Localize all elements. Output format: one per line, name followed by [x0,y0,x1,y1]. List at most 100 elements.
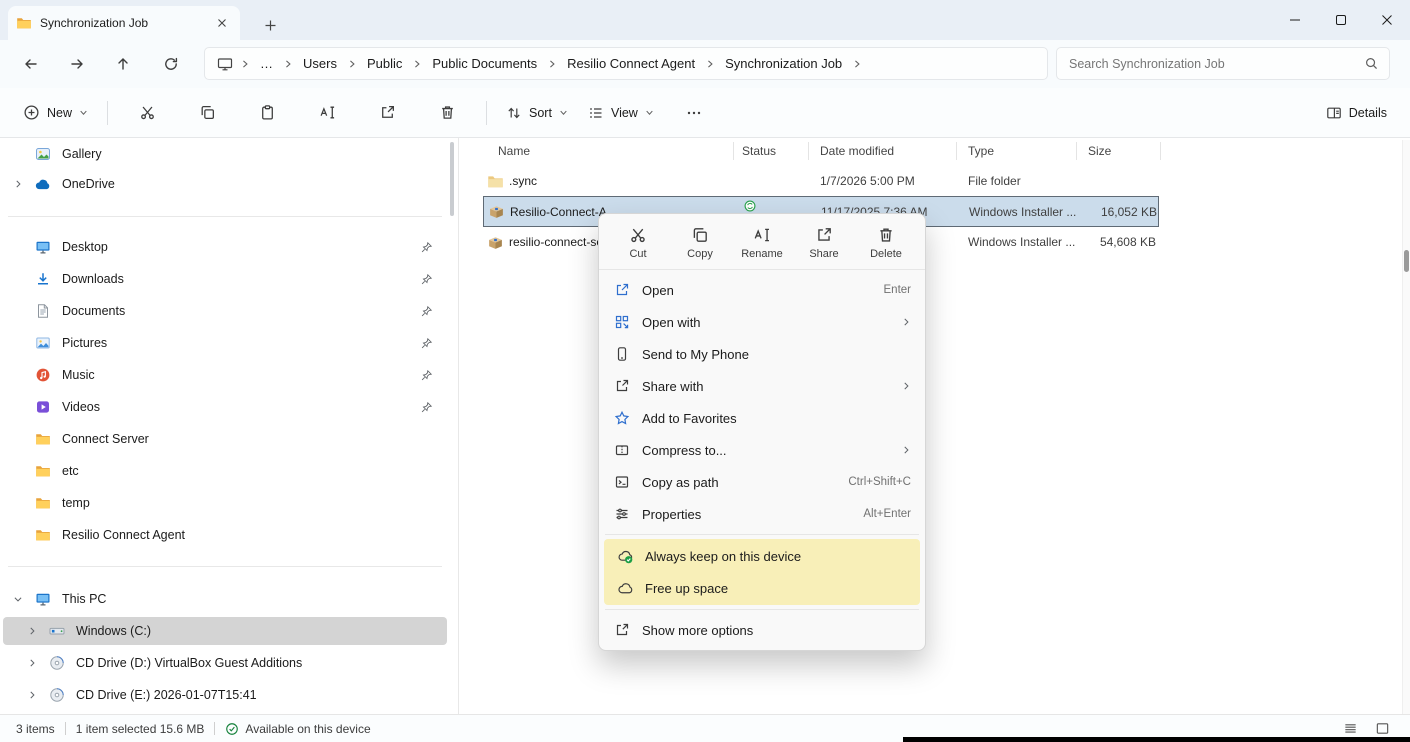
sidebar-item-windows-c-drive[interactable]: Windows (C:) [3,617,447,645]
menu-item-properties[interactable]: Properties Alt+Enter [603,498,921,530]
menu-item-always-keep-on-this-device[interactable]: Always keep on this device [606,540,918,572]
new-tab-button[interactable] [258,13,282,37]
menu-delete-button[interactable]: Delete [857,222,915,264]
breadcrumb-item-public[interactable]: Public [360,53,409,74]
menu-rename-button[interactable]: Rename [733,222,791,264]
menu-copy-button[interactable]: Copy [671,222,729,264]
vertical-scrollbar[interactable] [1402,140,1410,714]
tab-close-button[interactable] [212,13,232,33]
maximize-button[interactable] [1318,0,1364,40]
menu-share-button[interactable]: Share [795,222,853,264]
chevron-right-icon[interactable] [411,59,423,69]
sidebar-item-cd-drive-e[interactable]: CD Drive (E:) 2026-01-07T15:41 [3,681,447,709]
vertical-scrollbar-thumb[interactable] [1404,250,1409,272]
sidebar-item-resilio-connect-agent[interactable]: Resilio Connect Agent [3,521,447,549]
delete-button[interactable] [418,95,476,131]
search-input[interactable] [1067,56,1364,72]
menu-item-open-with[interactable]: Open with [603,306,921,338]
breadcrumb[interactable]: … Users Public Public Documents Resilio … [204,47,1048,80]
sort-button[interactable]: Sort [497,95,577,131]
breadcrumb-overflow[interactable]: … [253,53,280,74]
details-button[interactable]: Details [1317,95,1396,131]
chevron-right-icon[interactable] [346,59,358,69]
refresh-button[interactable] [154,48,188,80]
sidebar-item-this-pc[interactable]: This PC [3,585,447,613]
sidebar-item-etc[interactable]: etc [3,457,447,485]
share-button[interactable] [358,95,416,131]
chevron-right-icon[interactable] [282,59,294,69]
column-header-type[interactable]: Type [968,140,994,162]
pane-splitter[interactable] [458,138,459,714]
column-separator[interactable] [808,142,809,160]
chevron-right-icon[interactable] [546,59,558,69]
menu-item-add-to-favorites[interactable]: Add to Favorites [603,402,921,434]
sidebar-scrollbar-thumb[interactable] [450,142,454,216]
menu-item-copy-as-path[interactable]: Copy as path Ctrl+Shift+C [603,466,921,498]
chevron-right-icon[interactable] [25,688,39,702]
chevron-right-icon[interactable] [25,624,39,638]
star-icon [613,409,631,427]
forward-button[interactable] [60,48,94,80]
menu-item-label: Copy as path [642,475,719,490]
sidebar-item-onedrive[interactable]: OneDrive [3,170,447,198]
column-header-name[interactable]: Name [498,140,530,162]
chevron-right-icon[interactable] [25,656,39,670]
breadcrumb-item-users[interactable]: Users [296,53,344,74]
sidebar-item-label: Windows (C:) [76,624,151,638]
sidebar-item-downloads[interactable]: Downloads [3,265,447,293]
back-button[interactable] [14,48,48,80]
sidebar-item-desktop[interactable]: Desktop [3,233,447,261]
menu-item-free-up-space[interactable]: Free up space [606,572,918,604]
view-button[interactable]: View [579,95,663,131]
more-options-button[interactable] [665,95,723,131]
chevron-right-icon[interactable] [704,59,716,69]
column-separator[interactable] [956,142,957,160]
sidebar-item-cd-drive-d[interactable]: CD Drive (D:) VirtualBox Guest Additions [3,649,447,677]
close-button[interactable] [1364,0,1410,40]
command-toolbar: New Sort View [0,88,1410,138]
column-separator[interactable] [1160,142,1161,160]
sidebar-item-label: Videos [62,400,100,414]
column-header-status[interactable]: Status [742,140,776,162]
sidebar-item-pictures[interactable]: Pictures [3,329,447,357]
onedrive-icon [34,176,51,193]
paste-button[interactable] [238,95,296,131]
rename-button[interactable] [298,95,356,131]
breadcrumb-item-public-documents[interactable]: Public Documents [425,53,544,74]
menu-cut-button[interactable]: Cut [609,222,667,264]
chevron-placeholder [11,336,25,350]
cloud-check-icon [616,547,634,565]
sidebar-item-temp[interactable]: temp [3,489,447,517]
file-row-sync[interactable]: .sync 1/7/2026 5:00 PM File folder [483,166,1159,196]
menu-item-compress-to[interactable]: Compress to... [603,434,921,466]
minimize-button[interactable] [1272,0,1318,40]
menu-item-share-with[interactable]: Share with [603,370,921,402]
open-with-icon [613,313,631,331]
menu-item-show-more-options[interactable]: Show more options [603,614,921,646]
column-separator[interactable] [1076,142,1077,160]
sidebar-item-connect-server[interactable]: Connect Server [3,425,447,453]
new-button[interactable]: New [14,95,97,131]
hard-drive-icon [48,623,65,640]
menu-item-open[interactable]: Open Enter [603,274,921,306]
chevron-right-icon[interactable] [851,59,863,69]
sidebar-item-gallery[interactable]: Gallery [3,140,447,168]
breadcrumb-item-synchronization-job[interactable]: Synchronization Job [718,53,849,74]
search-icon[interactable] [1364,56,1379,71]
menu-item-send-to-my-phone[interactable]: Send to My Phone [603,338,921,370]
cut-button[interactable] [118,95,176,131]
sidebar-item-music[interactable]: Music [3,361,447,389]
chevron-down-icon[interactable] [11,592,25,606]
tab-synchronization-job[interactable]: Synchronization Job [8,6,240,40]
sidebar-item-documents[interactable]: Documents [3,297,447,325]
column-header-size[interactable]: Size [1088,140,1111,162]
up-button[interactable] [106,48,140,80]
sidebar-item-videos[interactable]: Videos [3,393,447,421]
column-header-date-modified[interactable]: Date modified [820,140,894,162]
chevron-right-icon[interactable] [11,177,25,191]
sidebar-item-label: Gallery [62,147,102,161]
column-separator[interactable] [733,142,734,160]
breadcrumb-item-resilio-connect-agent[interactable]: Resilio Connect Agent [560,53,702,74]
copy-button[interactable] [178,95,236,131]
chevron-right-icon[interactable] [239,59,251,69]
